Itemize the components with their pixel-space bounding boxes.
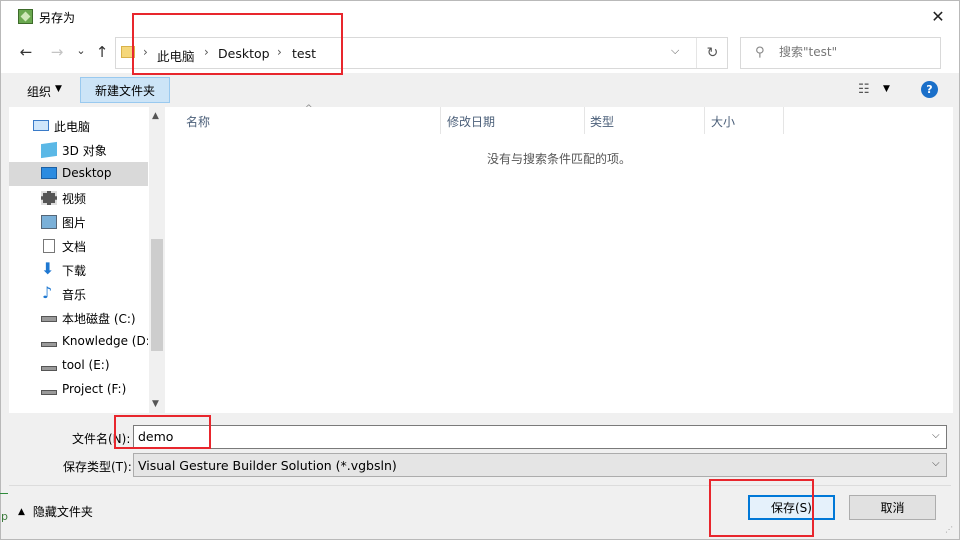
resize-grip-icon[interactable]: ⋰ bbox=[945, 525, 953, 534]
filetype-label: 保存类型(T): bbox=[63, 460, 132, 474]
sidebar-scrollbar[interactable]: ▲ ▼ bbox=[149, 107, 165, 413]
music-icon: ♪ bbox=[42, 283, 53, 302]
background-window-text: p bbox=[1, 510, 8, 523]
save-as-dialog: 另存为 ✕ ← → ⌄ ↑ › 此电脑 › Desktop › test ⌵ ↻ bbox=[0, 0, 960, 540]
chevron-down-icon: ⌵ bbox=[932, 458, 940, 469]
sidebar-item-videos[interactable]: 视频 bbox=[9, 186, 148, 210]
arrow-right-icon: → bbox=[50, 43, 64, 61]
sidebar-item-drive-e[interactable]: tool (E:) bbox=[9, 354, 148, 378]
sidebar-item-label: 音乐 bbox=[62, 288, 87, 302]
column-divider[interactable] bbox=[440, 107, 441, 134]
dialog-title: 另存为 bbox=[39, 11, 76, 25]
annotation-box-address bbox=[132, 13, 343, 75]
drive-icon bbox=[41, 342, 57, 347]
chevron-down-icon[interactable]: ⌵ bbox=[932, 430, 940, 441]
refresh-icon: ↻ bbox=[706, 45, 719, 61]
view-options-icon[interactable]: ☷ bbox=[858, 82, 870, 97]
search-box[interactable]: ⚲ bbox=[740, 37, 941, 69]
annotation-box-save bbox=[709, 479, 814, 537]
computer-icon bbox=[33, 120, 49, 131]
desktop-icon bbox=[41, 167, 57, 179]
cancel-button[interactable]: 取消 bbox=[849, 495, 936, 520]
sidebar-item-drive-d[interactable]: Knowledge (D: bbox=[9, 330, 148, 354]
sidebar-item-label: Knowledge (D: bbox=[62, 334, 148, 348]
hide-folders-label: 隐藏文件夹 bbox=[32, 505, 93, 519]
up-button[interactable]: ↑ bbox=[92, 42, 112, 62]
column-divider[interactable] bbox=[584, 107, 585, 134]
help-icon[interactable]: ? bbox=[921, 81, 938, 98]
filename-input[interactable] bbox=[138, 429, 918, 444]
close-icon: ✕ bbox=[931, 7, 945, 26]
scroll-up-arrow-icon[interactable]: ▲ bbox=[152, 111, 159, 121]
sidebar-item-desktop[interactable]: Desktop bbox=[9, 162, 148, 186]
column-header-size[interactable]: 大小 bbox=[711, 113, 735, 130]
chevron-down-icon: ⌄ bbox=[76, 43, 86, 57]
column-divider[interactable] bbox=[704, 107, 705, 134]
download-icon: ⬇ bbox=[41, 259, 55, 278]
sidebar-item-label: 视频 bbox=[62, 192, 87, 206]
sidebar-item-label: Project (F:) bbox=[62, 382, 127, 396]
video-icon bbox=[41, 191, 57, 205]
sidebar-item-label: 图片 bbox=[62, 216, 87, 230]
sidebar-item-downloads[interactable]: ⬇ 下载 bbox=[9, 258, 148, 282]
scroll-down-arrow-icon[interactable]: ▼ bbox=[152, 399, 159, 409]
column-header-type[interactable]: 类型 bbox=[590, 113, 614, 130]
drive-icon bbox=[41, 390, 57, 395]
sidebar-item-label: 本地磁盘 (C:) bbox=[62, 312, 136, 326]
arrow-up-icon: ↑ bbox=[95, 43, 109, 61]
system-drive-icon bbox=[41, 316, 57, 322]
picture-icon bbox=[41, 215, 57, 229]
caret-down-icon[interactable]: ▼ bbox=[883, 84, 890, 94]
close-button[interactable]: ✕ bbox=[917, 1, 959, 32]
scrollbar-thumb[interactable] bbox=[151, 239, 163, 351]
sort-ascending-icon: ^ bbox=[305, 104, 313, 114]
command-toolbar: 组织 ▼ 新建文件夹 ☷ ▼ ? bbox=[1, 73, 959, 107]
sidebar-item-music[interactable]: ♪ 音乐 bbox=[9, 282, 148, 306]
annotation-box-filename bbox=[114, 415, 211, 449]
sidebar-item-drive-c[interactable]: 本地磁盘 (C:) bbox=[9, 306, 148, 330]
empty-results-message: 没有与搜索条件匹配的项。 bbox=[486, 152, 631, 166]
sidebar-item-label: 下载 bbox=[62, 264, 87, 278]
column-header-modified[interactable]: 修改日期 bbox=[447, 113, 495, 130]
forward-button[interactable]: → bbox=[47, 42, 67, 62]
recent-locations-button[interactable]: ⌄ bbox=[71, 40, 91, 60]
document-icon bbox=[43, 239, 55, 253]
caret-up-icon: ▲ bbox=[18, 506, 25, 517]
sidebar-item-pictures[interactable]: 图片 bbox=[9, 210, 148, 234]
refresh-button[interactable]: ↻ bbox=[696, 38, 728, 68]
new-folder-button[interactable]: 新建文件夹 bbox=[80, 77, 170, 103]
sidebar-item-documents[interactable]: 文档 bbox=[9, 234, 148, 258]
arrow-left-icon: ← bbox=[19, 43, 33, 61]
address-history-dropdown[interactable]: ⌵ bbox=[671, 44, 679, 58]
column-divider[interactable] bbox=[783, 107, 784, 134]
sidebar-item-label: 文档 bbox=[62, 240, 87, 254]
cube-icon bbox=[41, 141, 57, 159]
sidebar-item-this-pc[interactable]: 此电脑 bbox=[9, 114, 148, 138]
filetype-value: Visual Gesture Builder Solution (*.vgbsl… bbox=[138, 458, 397, 473]
drive-icon bbox=[41, 366, 57, 371]
caret-down-icon: ▼ bbox=[55, 84, 62, 94]
sidebar-item-label: 3D 对象 bbox=[62, 144, 107, 158]
app-icon bbox=[18, 9, 33, 24]
navigation-pane: 此电脑 3D 对象 Desktop 视频 图片 文档 ⬇ 下载 ♪ 音乐 本地磁… bbox=[9, 107, 165, 413]
column-header-name[interactable]: 名称 bbox=[186, 113, 210, 130]
sidebar-item-label: Desktop bbox=[62, 166, 112, 180]
search-icon: ⚲ bbox=[755, 45, 765, 60]
filetype-select[interactable]: Visual Gesture Builder Solution (*.vgbsl… bbox=[133, 453, 947, 477]
file-list: ^ 名称 修改日期 类型 大小 没有与搜索条件匹配的项。 bbox=[165, 104, 953, 413]
filename-combobox[interactable]: ⌵ bbox=[133, 425, 947, 449]
sidebar-item-label: 此电脑 bbox=[54, 120, 91, 134]
search-input[interactable] bbox=[779, 45, 929, 59]
organize-menu[interactable]: 组织 bbox=[27, 83, 51, 100]
hide-folders-toggle[interactable]: ▲ 隐藏文件夹 bbox=[18, 503, 93, 520]
back-button[interactable]: ← bbox=[16, 42, 36, 62]
sidebar-item-label: tool (E:) bbox=[62, 358, 110, 372]
sidebar-item-drive-f[interactable]: Project (F:) bbox=[9, 378, 148, 402]
sidebar-item-3d-objects[interactable]: 3D 对象 bbox=[9, 138, 148, 162]
